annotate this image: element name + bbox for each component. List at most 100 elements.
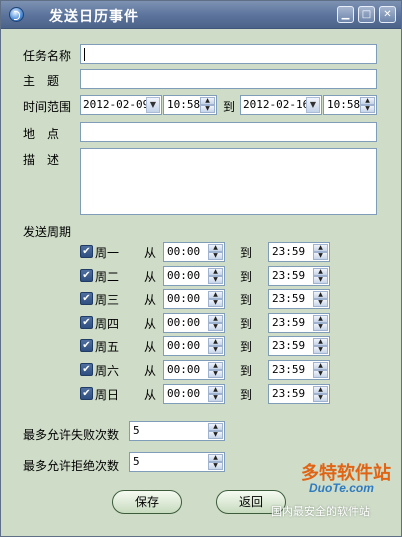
day-checkbox[interactable]: ✔ [80,316,93,329]
send-period-label: 发送周期 [23,225,72,239]
subject-label: 主 题 [23,74,60,88]
end-time-spinner[interactable]: 10:58 ▲ ▼ [323,95,377,115]
spin-up-icon[interactable]: ▲ [208,423,223,431]
day-start-time-spinner[interactable]: 00:00 ▲ ▼ [163,360,225,380]
day-start-time: 00:00 [167,316,201,329]
description-textarea[interactable] [80,148,377,215]
day-end-time-spinner[interactable]: 23:59 ▲ ▼ [268,313,330,333]
spin-up-icon[interactable]: ▲ [313,386,328,394]
spin-down-icon[interactable]: ▼ [200,105,215,113]
spin-up-icon[interactable]: ▲ [313,338,328,346]
close-icon[interactable]: ✕ [379,6,396,23]
from-label: 从 [144,364,157,378]
spin-down-icon[interactable]: ▼ [208,323,223,331]
chevron-down-icon[interactable]: ▼ [146,97,160,113]
spin-up-icon[interactable]: ▲ [208,386,223,394]
spin-up-icon[interactable]: ▲ [360,97,375,105]
day-label: 周六 [95,364,120,378]
day-checkbox[interactable]: ✔ [80,363,93,376]
max-reject-spinner[interactable]: 5 ▲ ▼ [129,452,225,472]
spin-down-icon[interactable]: ▼ [360,105,375,113]
location-input[interactable] [80,122,377,142]
day-checkbox[interactable]: ✔ [80,269,93,282]
spin-up-icon[interactable]: ▲ [313,315,328,323]
spin-up-icon[interactable]: ▲ [208,338,223,346]
day-checkbox[interactable]: ✔ [80,292,93,305]
spin-down-icon[interactable]: ▼ [313,299,328,307]
from-label: 从 [144,293,157,307]
day-start-time: 00:00 [167,363,201,376]
max-fail-label: 最多允许失败次数 [23,428,120,442]
maximize-icon[interactable]: □ [358,6,375,23]
day-end-time-spinner[interactable]: 23:59 ▲ ▼ [268,289,330,309]
spin-down-icon[interactable]: ▼ [313,370,328,378]
day-end-time-spinner[interactable]: 23:59 ▲ ▼ [268,336,330,356]
spin-up-icon[interactable]: ▲ [208,268,223,276]
spin-down-icon[interactable]: ▼ [208,346,223,354]
end-date-picker[interactable]: 2012-02-16 ▼ [240,95,322,115]
spin-down-icon[interactable]: ▼ [313,394,328,402]
spin-up-icon[interactable]: ▲ [313,268,328,276]
window-title: 发送日历事件 [49,9,139,25]
max-fail-value: 5 [133,424,140,437]
from-label: 从 [144,317,157,331]
spin-down-icon[interactable]: ▼ [313,252,328,260]
save-button[interactable]: 保存 [112,490,182,514]
max-reject-label: 最多允许拒绝次数 [23,459,120,473]
chevron-down-icon[interactable]: ▼ [306,97,320,113]
day-end-time-spinner[interactable]: 23:59 ▲ ▼ [268,242,330,262]
day-end-time: 23:59 [272,387,306,400]
spin-down-icon[interactable]: ▼ [313,276,328,284]
spin-up-icon[interactable]: ▲ [208,291,223,299]
from-label: 从 [144,388,157,402]
dialog-window: 发送日历事件 ▁ □ ✕ 任务名称 主 题 时间范围 2012-02-09 ▼ … [0,0,402,537]
day-end-time-spinner[interactable]: 23:59 ▲ ▼ [268,266,330,286]
day-checkbox[interactable]: ✔ [80,245,93,258]
day-start-time-spinner[interactable]: 00:00 ▲ ▼ [163,289,225,309]
day-start-time-spinner[interactable]: 00:00 ▲ ▼ [163,313,225,333]
spin-up-icon[interactable]: ▲ [208,454,223,462]
task-name-input[interactable] [80,44,377,64]
from-label: 从 [144,246,157,260]
start-date-picker[interactable]: 2012-02-09 ▼ [80,95,162,115]
start-time-value: 10:58 [167,98,201,111]
spin-down-icon[interactable]: ▼ [208,252,223,260]
max-fail-spinner[interactable]: 5 ▲ ▼ [129,421,225,441]
day-checkbox[interactable]: ✔ [80,387,93,400]
spin-up-icon[interactable]: ▲ [208,315,223,323]
spin-down-icon[interactable]: ▼ [313,323,328,331]
spin-up-icon[interactable]: ▲ [208,244,223,252]
day-start-time-spinner[interactable]: 00:00 ▲ ▼ [163,336,225,356]
spin-down-icon[interactable]: ▼ [208,431,223,439]
spin-down-icon[interactable]: ▼ [208,394,223,402]
start-date-value: 2012-02-09 [83,98,150,111]
spin-up-icon[interactable]: ▲ [313,244,328,252]
day-end-time-spinner[interactable]: 23:59 ▲ ▼ [268,360,330,380]
spin-up-icon[interactable]: ▲ [313,362,328,370]
subject-input[interactable] [80,69,377,89]
day-start-time-spinner[interactable]: 00:00 ▲ ▼ [163,266,225,286]
spin-down-icon[interactable]: ▼ [208,462,223,470]
day-checkbox[interactable]: ✔ [80,339,93,352]
title-bar[interactable]: 发送日历事件 ▁ □ ✕ [1,1,401,29]
watermark-domain: DuoTe.com [309,481,374,495]
minimize-icon[interactable]: ▁ [337,6,354,23]
from-label: 从 [144,270,157,284]
spin-down-icon[interactable]: ▼ [208,299,223,307]
day-end-time: 23:59 [272,363,306,376]
time-range-label: 时间范围 [23,100,72,114]
spin-down-icon[interactable]: ▼ [208,370,223,378]
day-start-time-spinner[interactable]: 00:00 ▲ ▼ [163,242,225,262]
start-time-spinner[interactable]: 10:58 ▲ ▼ [163,95,217,115]
spin-up-icon[interactable]: ▲ [200,97,215,105]
range-to-label: 到 [223,100,236,114]
day-end-time-spinner[interactable]: 23:59 ▲ ▼ [268,384,330,404]
spin-up-icon[interactable]: ▲ [208,362,223,370]
spin-up-icon[interactable]: ▲ [313,291,328,299]
spin-down-icon[interactable]: ▼ [313,346,328,354]
day-label: 周四 [95,317,120,331]
spin-down-icon[interactable]: ▼ [208,276,223,284]
to-label: 到 [240,270,253,284]
to-label: 到 [240,246,253,260]
day-start-time-spinner[interactable]: 00:00 ▲ ▼ [163,384,225,404]
